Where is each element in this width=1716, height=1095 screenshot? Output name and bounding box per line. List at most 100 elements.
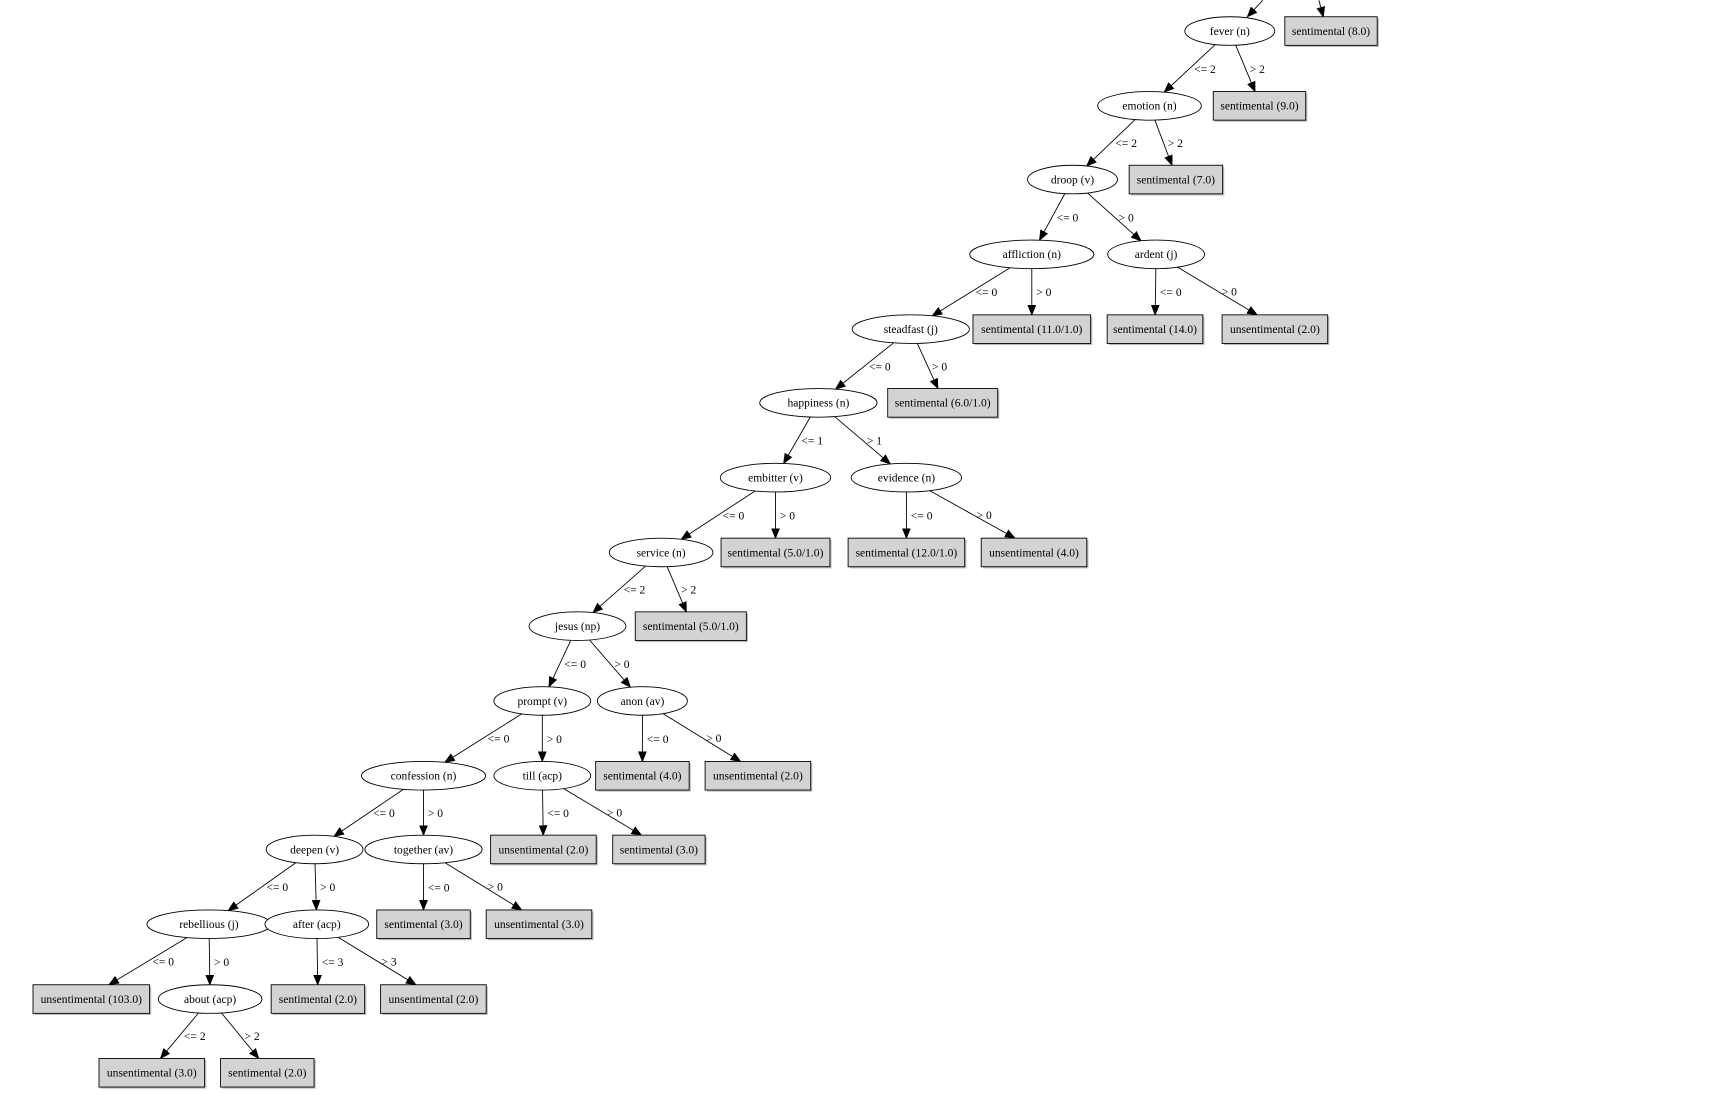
split-node-ardent: ardent (j): [1107, 239, 1205, 270]
edge-label: > 0: [488, 882, 503, 894]
edge-rebellious-to-about: [205, 938, 215, 986]
leaf-node-l-s7: sentimental (7.0): [1128, 164, 1225, 196]
decision-tree-diagram: <= 2 > 2 <= 2 > 2 <= 0 > 0 <= 0 > 0 <= 0 > 0 <= 0 >…: [0, 0, 1716, 1095]
leaf-node-l-s3b: sentimental (3.0): [376, 909, 472, 941]
node-label: emotion (n): [1122, 101, 1176, 113]
edge-label: <= 0: [373, 808, 395, 820]
edge-label: <= 0: [1057, 212, 1079, 224]
edge-label: > 0: [977, 510, 992, 522]
edge-label: > 0: [932, 361, 947, 373]
edge-label: > 2: [245, 1031, 260, 1043]
edge-label: <= 0: [428, 882, 450, 894]
edge-label: > 0: [214, 957, 229, 969]
node-label: sentimental (2.0): [279, 994, 357, 1006]
node-label: happiness (n): [787, 398, 849, 410]
leaf-node-l-u2a: unsentimental (2.0): [1221, 314, 1330, 346]
node-label: unsentimental (103.0): [41, 994, 142, 1006]
edge-label: > 0: [607, 807, 622, 819]
edge-label: <= 0: [723, 511, 745, 523]
leaf-node-l-s6: sentimental (6.0/1.0): [887, 388, 1000, 419]
edge-after-to-l-s2a: [313, 938, 322, 986]
edge-label: <= 0: [647, 734, 669, 746]
split-node-after: after (acp): [264, 909, 370, 939]
node-label: sentimental (14.0): [1113, 324, 1197, 336]
edge-label: > 0: [320, 882, 335, 894]
node-label: about (acp): [184, 994, 236, 1006]
edge-deepen-to-after: [311, 863, 321, 912]
edge-label: > 0: [780, 510, 795, 522]
leaf-node-l-s3a: sentimental (3.0): [612, 834, 707, 866]
edge-label: > 0: [428, 808, 443, 820]
edge-ardent-to-l-u2a: [1177, 266, 1259, 316]
edge-label: <= 2: [184, 1031, 206, 1043]
split-node-jesus: jesus (np): [528, 611, 627, 641]
leaf-node-l-u103: unsentimental (103.0): [32, 984, 152, 1015]
node-label: unsentimental (3.0): [494, 919, 584, 931]
node-label: unsentimental (3.0): [107, 1068, 197, 1080]
leaf-node-l-u2d: unsentimental (2.0): [380, 984, 488, 1015]
edge-till-to-l-u2c: [538, 790, 548, 837]
node-label: sentimental (5.0/1.0): [728, 547, 824, 559]
edge-label: <= 1: [801, 436, 823, 448]
leaf-node-l-u4: unsentimental (4.0): [980, 537, 1089, 569]
decision-tree-canvas: <= 2 > 2 <= 2 > 2 <= 0 > 0 <= 0 > 0 <= 0 > 0 <= 0 >…: [32, 0, 1379, 1089]
split-node-evidence: evidence (n): [850, 462, 963, 493]
split-node-anon: anon (av): [596, 686, 688, 716]
edge-label: > 1: [867, 436, 882, 448]
node-label: unsentimental (2.0): [389, 994, 479, 1006]
edge-label: <= 0: [911, 510, 933, 522]
edge-label: <= 0: [152, 957, 174, 969]
edge-label: > 0: [706, 733, 721, 745]
leaf-node-l-s5b: sentimental (5.0/1.0): [634, 611, 748, 643]
split-node-service: service (n): [608, 537, 714, 568]
leaf-node-l-u3b: unsentimental (3.0): [98, 1058, 207, 1089]
edge-till-to-l-s3a: [563, 788, 643, 836]
leaf-node-l-s2b: sentimental (2.0): [220, 1058, 316, 1089]
edge-label: <= 2: [1194, 64, 1216, 76]
node-label: sentimental (7.0): [1137, 174, 1215, 186]
edge-label: > 0: [614, 659, 629, 671]
edge-rebellious-to-l-u103: [108, 937, 188, 986]
split-node-embitter: embitter (v): [719, 462, 832, 493]
node-label: unsentimental (2.0): [713, 771, 803, 783]
node-label: sentimental (3.0): [620, 844, 698, 856]
split-node-deepen: deepen (v): [265, 834, 364, 865]
node-label: sentimental (4.0): [603, 771, 681, 783]
edge-label: <= 3: [322, 957, 344, 969]
node-label: ardent (j): [1135, 249, 1178, 261]
edge-label: <= 0: [869, 361, 891, 373]
edge-label: > 0: [1222, 286, 1237, 298]
edges-layer: <= 2 > 2 <= 2 > 2 <= 0 > 0 <= 0 > 0 <= 0 > 0 <= 0 >…: [108, 0, 1326, 1060]
edge-affliction-to-steadfast: [931, 267, 1011, 317]
node-label: till (acp): [523, 771, 563, 783]
edge-label: > 2: [1168, 138, 1183, 150]
node-label: fever (n): [1210, 26, 1250, 38]
node-label: sentimental (8.0): [1292, 26, 1370, 38]
edge-label: > 0: [1119, 212, 1134, 224]
nodes-layer: fever (n) sentimental (8.0) emotion (n) sen…: [32, 16, 1379, 1089]
node-label: unsentimental (4.0): [989, 547, 1079, 559]
edge-incoming-to-fever: [1246, 0, 1264, 18]
split-node-about: about (acp): [157, 984, 263, 1014]
node-label: unsentimental (2.0): [1230, 324, 1320, 336]
node-label: deepen (v): [290, 844, 339, 856]
leaf-node-l-s9: sentimental (9.0): [1212, 91, 1308, 122]
node-label: sentimental (5.0/1.0): [643, 621, 739, 633]
edge-label: <= 0: [976, 287, 998, 299]
edge-label: > 0: [547, 734, 562, 746]
node-label: sentimental (3.0): [384, 919, 462, 931]
split-node-emotion: emotion (n): [1097, 91, 1202, 121]
node-label: anon (av): [620, 696, 664, 708]
split-node-confession: confession (n): [361, 761, 486, 791]
edge-label: <= 2: [1115, 138, 1137, 150]
split-node-rebellious: rebellious (j): [146, 909, 272, 939]
node-label: rebellious (j): [179, 919, 238, 931]
node-label: sentimental (11.0/1.0): [981, 324, 1082, 336]
leaf-node-l-s14: sentimental (14.0): [1106, 314, 1205, 346]
node-label: evidence (n): [878, 473, 936, 485]
edge-label: <= 2: [624, 585, 646, 597]
edge-label: > 2: [1250, 64, 1265, 76]
node-label: after (acp): [293, 919, 341, 931]
edge-ardent-to-l-s14: [1150, 268, 1160, 316]
edge-label: <= 0: [547, 808, 569, 820]
